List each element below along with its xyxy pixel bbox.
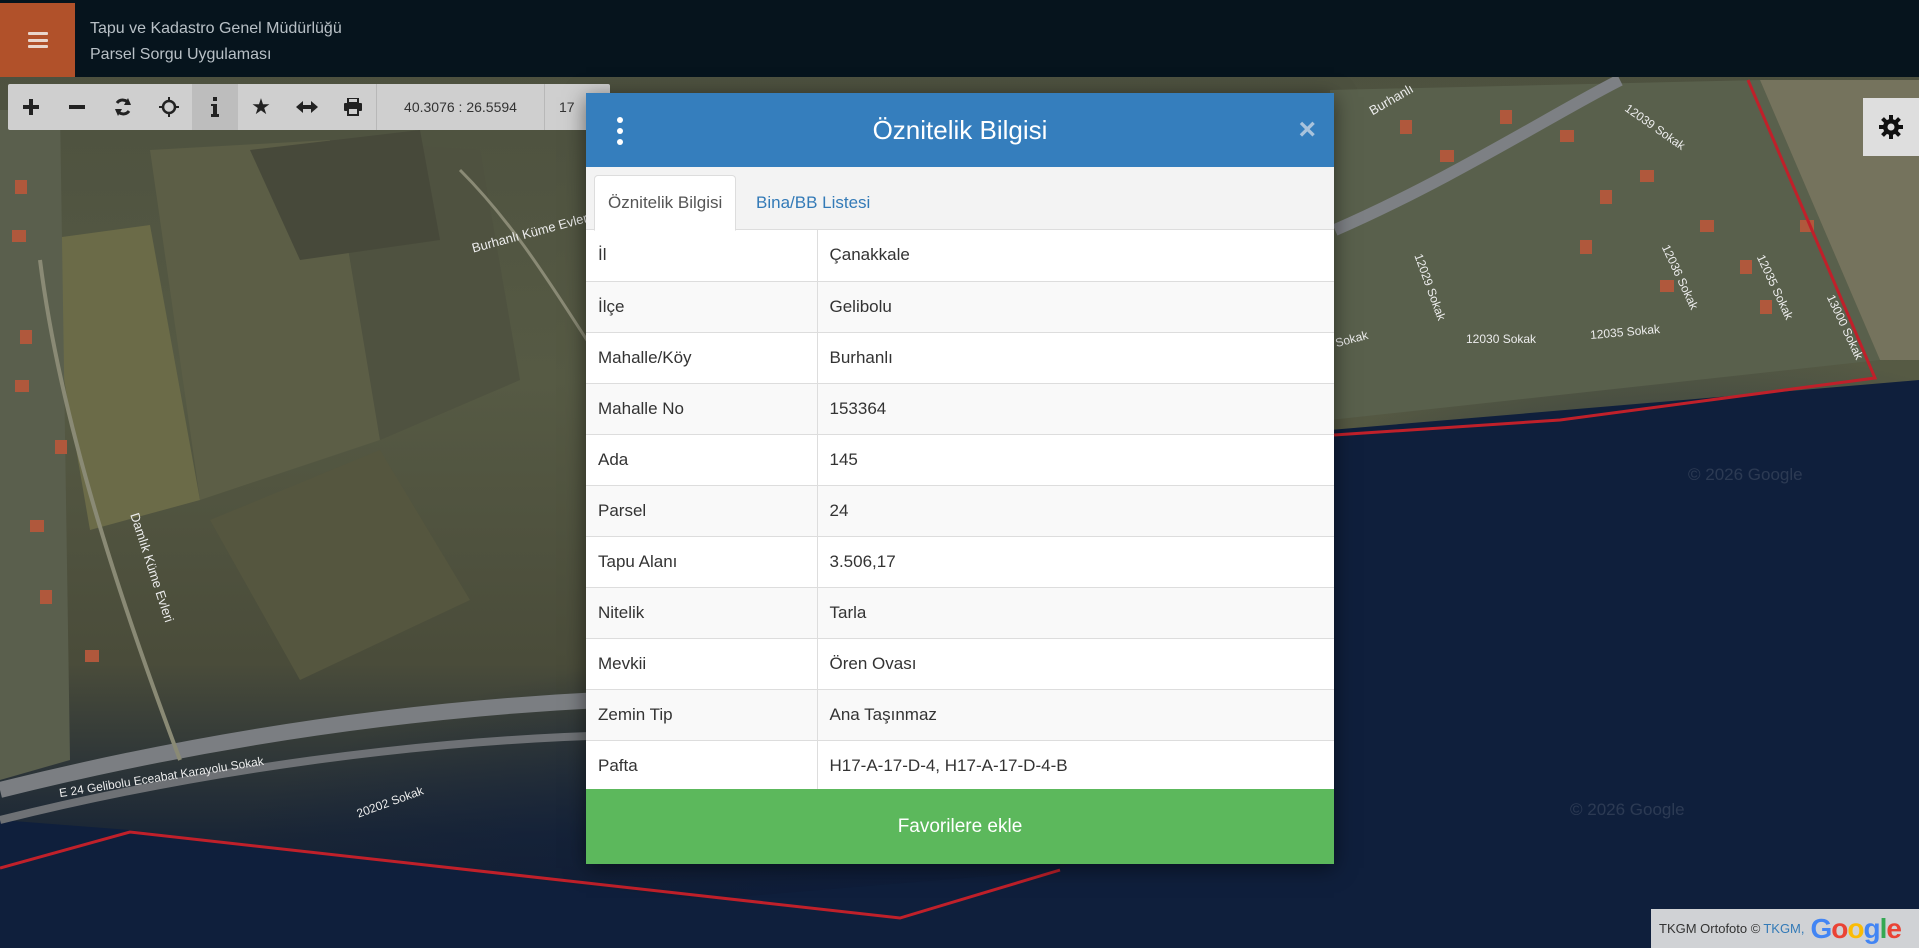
- modal-tabs: Öznitelik Bilgisi Bina/BB Listesi: [586, 167, 1334, 231]
- modal-title: Öznitelik Bilgisi: [872, 114, 1048, 145]
- close-icon[interactable]: ×: [1298, 113, 1316, 147]
- attribute-key: İlçe: [586, 281, 818, 333]
- tab-building-list[interactable]: Bina/BB Listesi: [743, 175, 883, 231]
- attribute-key: Nitelik: [586, 587, 818, 639]
- google-watermark: © 2026 Google: [1688, 465, 1803, 484]
- crosshair-icon: [159, 97, 179, 117]
- refresh-icon: [115, 98, 131, 116]
- table-row: Parsel 24: [586, 485, 1334, 537]
- zoom-in-button[interactable]: [8, 84, 54, 130]
- arrows-horizontal-icon: [296, 101, 318, 113]
- attribution-text: TKGM Ortofoto ©: [1659, 921, 1761, 936]
- app-title-block: Tapu ve Kadastro Genel Müdürlüğü Parsel …: [90, 16, 342, 68]
- table-row: İl Çanakkale: [586, 230, 1334, 282]
- google-logo: Google: [1810, 912, 1902, 944]
- printer-icon: [344, 98, 362, 116]
- table-row: Mahalle No 153364: [586, 383, 1334, 435]
- attribute-key: Zemin Tip: [586, 689, 818, 741]
- attribute-value: 3.506,17: [817, 536, 1334, 588]
- attribute-value: 153364: [817, 383, 1334, 435]
- measure-button[interactable]: [284, 84, 330, 130]
- gear-icon: [1879, 115, 1903, 139]
- attribute-value: 24: [817, 485, 1334, 537]
- settings-button[interactable]: [1863, 98, 1919, 156]
- refresh-button[interactable]: [100, 84, 146, 130]
- field: [210, 450, 470, 680]
- table-row: Tapu Alanı 3.506,17: [586, 536, 1334, 588]
- info-button[interactable]: [192, 84, 238, 130]
- menu-button[interactable]: [0, 3, 75, 77]
- attribute-key: Tapu Alanı: [586, 536, 818, 588]
- attribute-key: Ada: [586, 434, 818, 486]
- minus-icon: [69, 105, 85, 109]
- google-watermark: © 2026 Google: [1570, 800, 1685, 819]
- org-title: Tapu ve Kadastro Genel Müdürlüğü: [90, 20, 342, 37]
- attribute-value: Burhanlı: [817, 332, 1334, 384]
- plus-icon: [23, 99, 39, 115]
- street-label: 12030 Sokak: [1466, 332, 1537, 346]
- attribute-value: H17-A-17-D-4, H17-A-17-D-4-B: [817, 740, 1334, 792]
- map-attribution: TKGM Ortofoto © TKGM, Google: [1651, 909, 1919, 948]
- app-header: Tapu ve Kadastro Genel Müdürlüğü Parsel …: [0, 0, 1919, 77]
- attribute-value: Gelibolu: [817, 281, 1334, 333]
- hamburger-icon: [27, 32, 48, 48]
- add-to-favorites-button[interactable]: Favorilere ekle: [586, 789, 1334, 864]
- modal-header: Öznitelik Bilgisi ×: [586, 93, 1334, 167]
- table-row: Zemin Tip Ana Taşınmaz: [586, 689, 1334, 741]
- tab-attribute-info[interactable]: Öznitelik Bilgisi: [594, 175, 737, 231]
- attribute-key: Pafta: [586, 740, 818, 792]
- attribute-key: Mahalle/Köy: [586, 332, 818, 384]
- locate-button[interactable]: [146, 84, 192, 130]
- attribute-key: Mevkii: [586, 638, 818, 690]
- table-row: Pafta H17-A-17-D-4, H17-A-17-D-4-B: [586, 740, 1334, 792]
- attribute-key: İl: [586, 230, 818, 282]
- favorites-button[interactable]: ★: [238, 84, 284, 130]
- coordinate-readout: 40.3076 : 26.5594: [376, 84, 544, 130]
- attribute-value: Tarla: [817, 587, 1334, 639]
- attribute-table: İl Çanakkale İlçe Gelibolu Mahalle/Köy Burhan…: [586, 230, 1334, 792]
- attribute-key: Mahalle No: [586, 383, 818, 435]
- table-row: Ada 145: [586, 434, 1334, 486]
- attribute-value: 145: [817, 434, 1334, 486]
- attribute-value: Ören Ovası: [817, 638, 1334, 690]
- table-row: Mahalle/Köy Burhanlı: [586, 332, 1334, 384]
- map-toolbar: ★ 40.3076 : 26.5594 17: [8, 84, 610, 130]
- print-button[interactable]: [330, 84, 376, 130]
- more-options-icon[interactable]: [616, 117, 624, 145]
- attribute-value: Ana Taşınmaz: [817, 689, 1334, 741]
- tkgm-link[interactable]: TKGM,: [1763, 921, 1804, 936]
- road: [0, 731, 621, 824]
- app-title: Parsel Sorgu Uygulaması: [90, 46, 272, 63]
- attribute-key: Parsel: [586, 485, 818, 537]
- table-row: Nitelik Tarla: [586, 587, 1334, 639]
- table-row: İlçe Gelibolu: [586, 281, 1334, 333]
- info-icon: [211, 97, 219, 117]
- star-icon: ★: [251, 94, 271, 119]
- table-row: Mevkii Ören Ovası: [586, 638, 1334, 690]
- attribute-value: Çanakkale: [817, 230, 1334, 282]
- zoom-out-button[interactable]: [54, 84, 100, 130]
- attribute-info-modal: Öznitelik Bilgisi × Öznitelik Bilgisi Bi…: [586, 93, 1334, 864]
